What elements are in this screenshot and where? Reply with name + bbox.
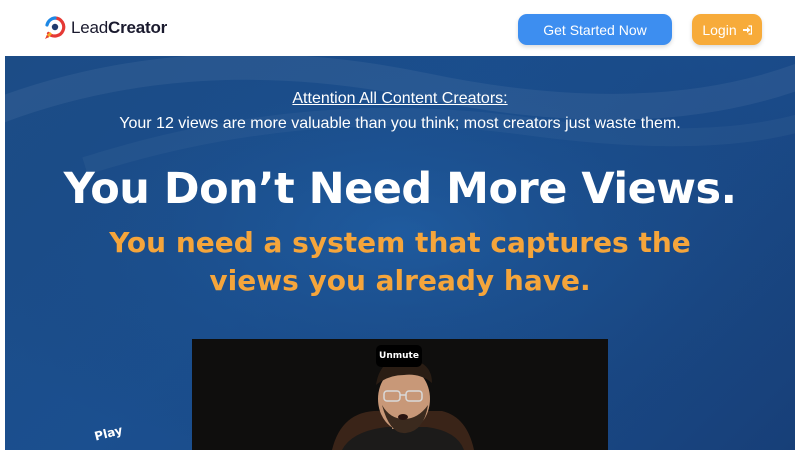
leadcreator-logo-icon — [45, 16, 66, 39]
logo-text: LeadCreator — [71, 18, 168, 37]
hero-section: Attention All Content Creators: Your 12 … — [5, 56, 795, 450]
hero-subtext: Your 12 views are more valuable than you… — [119, 115, 681, 132]
login-label: Login — [702, 21, 737, 38]
unmute-button[interactable]: Unmute — [376, 345, 422, 367]
video-player[interactable]: Unmute — [192, 339, 608, 450]
get-started-label: Get Started Now — [543, 21, 647, 38]
unmute-label: Unmute — [379, 351, 419, 361]
hero-headline: You Don’t Need More Views. — [63, 164, 737, 214]
get-started-button[interactable]: Get Started Now — [518, 14, 672, 45]
attention-heading: Attention All Content Creators: — [292, 90, 508, 107]
login-arrow-icon — [742, 24, 752, 35]
site-header: LeadCreator Get Started Now Login — [0, 0, 800, 56]
logo[interactable]: LeadCreator — [44, 14, 167, 42]
hero-subheadline: You need a system that captures the view… — [109, 226, 691, 297]
login-button[interactable]: Login — [692, 14, 762, 45]
